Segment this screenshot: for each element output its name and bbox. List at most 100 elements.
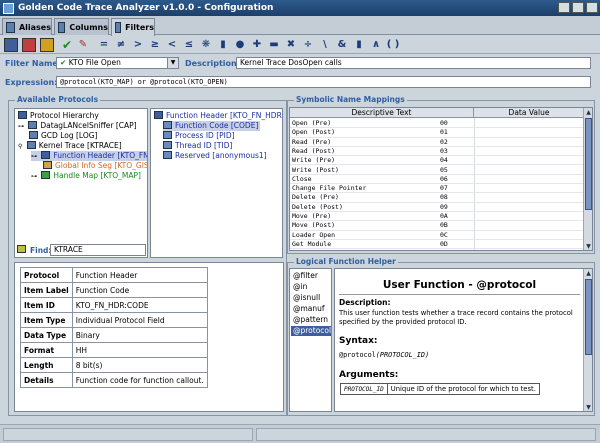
description-field[interactable]: Kernel Trace DosOpen calls [236,57,591,69]
status-cell [256,428,596,441]
bitor-icon[interactable]: ▮ [352,38,366,52]
minimize-button[interactable] [558,2,570,13]
table-row[interactable]: Delete (Pre) 08 [290,193,584,203]
caret-icon[interactable]: ∧ [369,38,383,52]
backslash-icon[interactable]: \ [318,38,332,52]
table-row: Item ID KTO_FN_HDR:CODE [20,297,208,313]
list-item[interactable]: @manuf [293,304,325,314]
protocol-icon [154,111,163,119]
check-icon[interactable]: ✔ [60,38,74,52]
palette-icon[interactable] [22,38,36,52]
table-row: Item Label Function Code [20,282,208,298]
grid-icon[interactable] [4,38,18,52]
divide-icon[interactable]: ÷ [301,38,315,52]
maximize-button[interactable] [572,2,584,13]
tab-filters[interactable]: Filters [111,18,155,36]
field-item-pid[interactable]: Process ID [PID] [163,131,235,141]
protocol-field-list[interactable]: Function Header [KTO_FN_HDR] Function Co… [150,108,283,258]
expand-icon: ⊶ [18,123,24,130]
list-item[interactable]: @filter [293,271,318,281]
bitand-icon[interactable]: & [335,38,349,52]
tree-node-cap[interactable]: ⊶ DatagLANcelSniffer [CAP] [18,121,137,131]
list-item[interactable]: @in [293,282,307,292]
symbolic-mappings-table[interactable]: Descriptive Text Data Value Open (Pre) 00… [289,107,593,251]
field-item-code[interactable]: Function Code [CODE] [163,121,261,131]
symbolic-mappings-title: Symbolic Name Mappings [294,95,407,105]
table-row[interactable]: Read (Post) 03 [290,147,584,157]
field-icon [163,131,172,139]
table-row[interactable]: Loader Open 0C [290,231,584,240]
or-icon[interactable]: ▮ [216,38,230,52]
chart-icon[interactable] [40,38,54,52]
hierarchy-icon [18,111,27,119]
table-row[interactable]: Delete (Post) 09 [290,203,584,212]
tree-node-function-header[interactable]: ⊶ Function Header [KTO_FN_ [31,151,147,161]
tab-bar: Aliases Columns Filters [0,16,600,36]
col-header-value[interactable]: Data Value [474,108,584,118]
protocol-tree[interactable]: Protocol Hierarchy ⊶ DatagLANcelSniffer … [14,108,148,258]
table-row[interactable]: Write (Post) 05 [290,166,584,175]
table-row[interactable]: Get Module 0D [290,240,584,250]
table-row[interactable]: Open (Post) 01 [290,128,584,138]
filter-name-combo[interactable]: ✔ KTO File Open ▼ [56,57,179,69]
table-row[interactable]: Move (Pre) 0A [290,212,584,222]
less-equal-icon[interactable]: ≤ [182,38,196,52]
doc-scrollbar[interactable]: ▲ ▼ [583,269,592,411]
scroll-up-icon[interactable]: ▲ [584,108,592,117]
table-row[interactable]: Move (Post) 0B [290,221,584,231]
plus-icon[interactable]: ✚ [250,38,264,52]
minus-icon[interactable]: ▬ [267,38,281,52]
greater-icon[interactable]: > [131,38,145,52]
col-header-text[interactable]: Descriptive Text [290,108,474,118]
field-icon [163,141,172,149]
table-row: Length 8 bit(s) [20,357,208,373]
scroll-thumb[interactable] [585,118,592,210]
field-item-header[interactable]: Function Header [KTO_FN_HDR] [154,111,282,121]
edit-icon[interactable]: ✎ [76,38,90,52]
greater-equal-icon[interactable]: ≥ [148,38,162,52]
scroll-up-icon[interactable]: ▲ [584,269,592,278]
protocol-icon [43,161,52,169]
list-item[interactable]: @pattern [293,315,328,325]
status-bar [0,424,600,443]
scroll-down-icon[interactable]: ▼ [584,242,592,250]
table-row[interactable]: Write (Pre) 04 [290,156,584,166]
table-row: Format HH [20,342,208,358]
list-item-selected[interactable]: @protocol [291,326,331,336]
multiply-icon[interactable]: ✖ [284,38,298,52]
table-row[interactable]: Close 06 [290,175,584,185]
collapse-icon: ⚲ [18,143,23,150]
find-input[interactable]: KTRACE [50,244,146,256]
scroll-thumb[interactable] [585,279,592,355]
tree-node-handle-map[interactable]: ⊶ Handle Map [KTO_MAP] [31,171,141,181]
tree-node-global-info[interactable]: Global Info Seg [KTO_GIS [43,161,147,171]
chevron-down-icon[interactable]: ▼ [167,58,178,68]
arguments-heading: Arguments: [339,370,399,380]
table-row[interactable]: Read (Pre) 02 [290,138,584,147]
tree-node-log[interactable]: GCD Log [LOG] [29,131,97,141]
not-icon[interactable]: ● [233,38,247,52]
and-icon[interactable]: ❋ [199,38,213,52]
field-item-reserved[interactable]: Reserved [anonymous1] [163,151,267,161]
less-icon[interactable]: < [165,38,179,52]
tab-aliases[interactable]: Aliases [2,18,52,35]
equals-icon[interactable]: = [97,38,111,52]
parens-icon[interactable]: ( ) [384,38,402,52]
close-button[interactable] [586,2,598,13]
tree-root[interactable]: Protocol Hierarchy [18,111,99,121]
scroll-down-icon[interactable]: ▼ [584,403,592,411]
not-equals-icon[interactable]: ≠ [114,38,128,52]
filter-name-label: Filter Name: [5,59,61,68]
expression-field[interactable]: @protocol(KTO_MAP) or @protocol(KTO_OPEN… [56,76,591,88]
table-row[interactable]: Change File Pointer 07 [290,184,584,194]
protocol-icon [41,151,51,159]
table-row[interactable]: Open (Pre) 00 [290,119,584,129]
protocol-icon [29,131,38,139]
function-list[interactable]: @filter @in @isnull @manuf @pattern @pro… [289,268,332,412]
symbolic-scrollbar[interactable]: ▲ ▼ [583,108,592,250]
list-item[interactable]: @isnull [293,293,320,303]
table-row: Data Type Binary [20,327,208,343]
field-item-tid[interactable]: Thread ID [TID] [163,141,232,151]
tree-node-ktrace[interactable]: ⚲ Kernel Trace [KTRACE] [18,141,122,151]
tab-columns[interactable]: Columns [54,18,109,35]
